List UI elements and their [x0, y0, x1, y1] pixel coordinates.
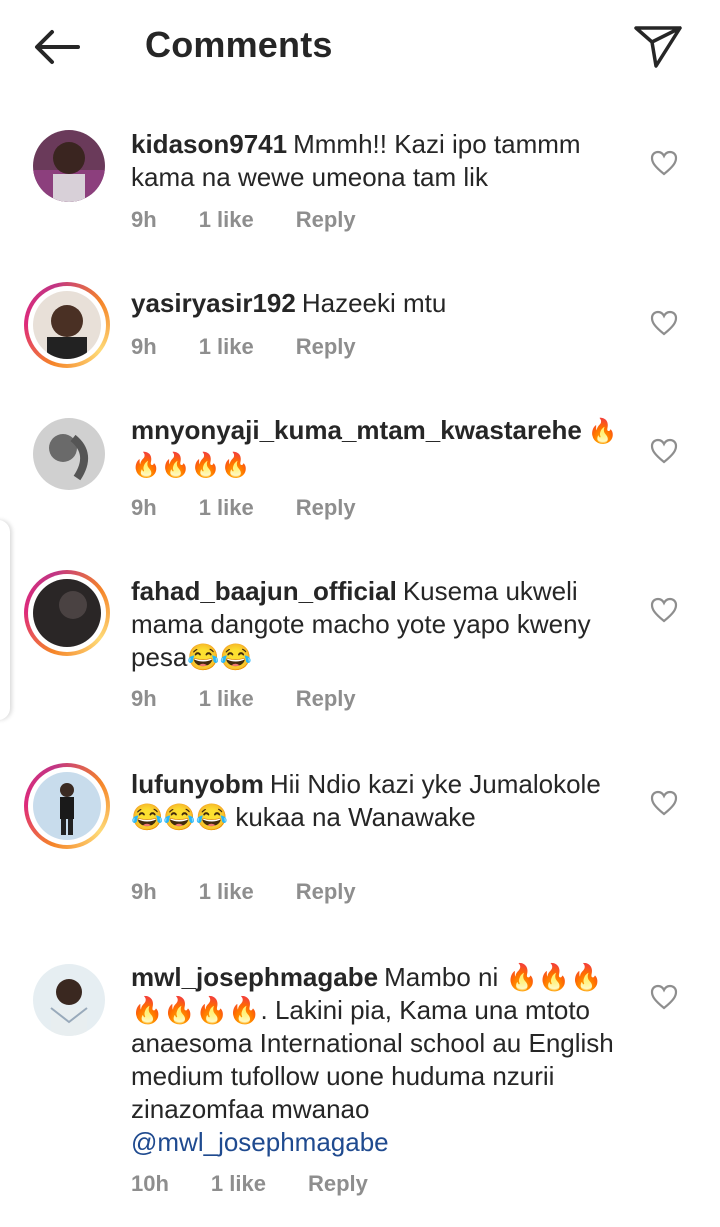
avatar[interactable]: [24, 763, 110, 849]
comment-username[interactable]: mnyonyaji_kuma_mtam_kwastarehe: [131, 415, 582, 445]
comment-likes[interactable]: 1 like: [199, 334, 254, 359]
comment-username[interactable]: kidason9741: [131, 129, 287, 159]
avatar[interactable]: [24, 570, 110, 656]
comment-username[interactable]: yasiryasir192: [131, 288, 296, 318]
comment-likes[interactable]: 1 like: [211, 1171, 266, 1196]
like-heart-icon[interactable]: [650, 790, 678, 816]
avatar[interactable]: [33, 130, 105, 202]
comment-time: 10h: [131, 1171, 169, 1196]
comment-time: 9h: [131, 495, 157, 520]
reply-button[interactable]: Reply: [308, 1171, 368, 1196]
back-arrow-icon[interactable]: [28, 22, 84, 72]
reply-button[interactable]: Reply: [296, 207, 356, 232]
page-title: Comments: [145, 24, 333, 65]
comment-text: Hazeeki mtu: [301, 288, 447, 318]
reply-button[interactable]: Reply: [296, 879, 356, 904]
reply-button[interactable]: Reply: [296, 495, 356, 520]
comment-mention-link[interactable]: @mwl_josephmagabe: [131, 1127, 389, 1157]
avatar[interactable]: [24, 282, 110, 368]
like-heart-icon[interactable]: [650, 310, 678, 336]
like-heart-icon[interactable]: [650, 150, 678, 176]
comment-likes[interactable]: 1 like: [199, 686, 254, 711]
reply-button[interactable]: Reply: [296, 686, 356, 711]
send-direct-icon[interactable]: [630, 20, 686, 70]
reply-button[interactable]: Reply: [296, 334, 356, 359]
comment-username[interactable]: lufunyobm: [131, 769, 264, 799]
like-heart-icon[interactable]: [650, 438, 678, 464]
comment-time: 9h: [131, 879, 157, 904]
comment-time: 9h: [131, 686, 157, 711]
side-edge-tab: [0, 520, 10, 720]
like-heart-icon[interactable]: [650, 597, 678, 623]
like-heart-icon[interactable]: [650, 984, 678, 1010]
avatar[interactable]: [33, 964, 105, 1036]
comment-likes[interactable]: 1 like: [199, 495, 254, 520]
comment-time: 9h: [131, 207, 157, 232]
comment-time: 9h: [131, 334, 157, 359]
avatar[interactable]: [33, 418, 105, 490]
comment-username[interactable]: fahad_baajun_official: [131, 576, 397, 606]
header: Comments: [0, 0, 720, 92]
comment-username[interactable]: mwl_josephmagabe: [131, 962, 378, 992]
comment-likes[interactable]: 1 like: [199, 207, 254, 232]
comment-likes[interactable]: 1 like: [199, 879, 254, 904]
